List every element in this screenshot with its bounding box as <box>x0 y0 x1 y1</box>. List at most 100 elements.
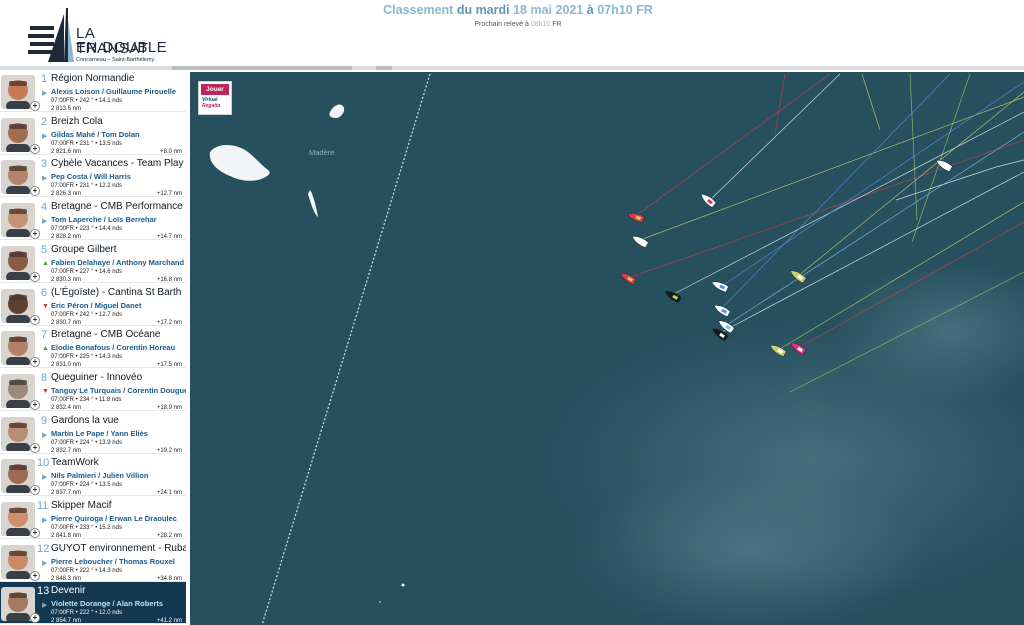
skipper-names: Gildas Mahé / Tom Dolan <box>51 130 140 139</box>
position-details: 07:00FR • 225 ° • 14.3 nds <box>51 354 122 360</box>
ranking-row[interactable]: +4 Bretagne - CMB Performance ▶ Tom Laperch… <box>0 198 186 240</box>
rank-number: 6 <box>41 287 48 299</box>
boat-name: Skipper Macif <box>51 500 112 511</box>
boat-name: Breizh Cola <box>51 116 103 127</box>
boat-name: GUYOT environnement - Ruban Rose <box>51 543 186 554</box>
expand-plus-icon[interactable]: + <box>30 357 40 367</box>
ranking-row[interactable]: +11 Skipper Macif ▶ Pierre Quiroga / Erwan … <box>0 497 186 539</box>
island-madeira <box>209 145 270 181</box>
expand-plus-icon[interactable]: + <box>30 315 40 325</box>
island-desertas <box>308 190 318 217</box>
boat-name: Cybèle Vacances - Team Play to B <box>51 158 186 169</box>
boat-track <box>627 139 1024 279</box>
skipper-names: Pep Costa / Will Harris <box>51 172 131 181</box>
skipper-names: Alexis Loison / Guillaume Pirouelle <box>51 87 177 96</box>
scroll-tab-right[interactable] <box>376 66 392 70</box>
distance-to-finish: 2 826.3 nm <box>51 191 82 197</box>
boat-marker-icon[interactable] <box>789 268 807 284</box>
boat-marker-icon[interactable] <box>630 233 649 248</box>
virtual-regatta-badge[interactable]: Jouer Virtual Regatta <box>198 81 232 115</box>
ranking-header: Classement du mardi 18 mai 2021 à 07h10 … <box>0 3 1024 28</box>
expand-plus-icon[interactable]: + <box>30 186 40 196</box>
distance-to-finish: 2 828.2 nm <box>51 234 82 240</box>
skipper-names: Eric Péron / Miguel Danet <box>51 301 142 310</box>
position-details: 07:00FR • 231 ° • 12.2 nds <box>51 183 122 189</box>
ranking-list[interactable]: +1 Région Normandie ▶ Alexis Loison / Guill… <box>0 70 186 625</box>
expand-plus-icon[interactable]: + <box>30 101 40 111</box>
ranking-row[interactable]: +7 Bretagne - CMB Océane ▲ Elodie Bonafous … <box>0 326 186 368</box>
skipper-names: Pierre Leboucher / Thomas Rouxel <box>51 557 175 566</box>
boat-track <box>709 73 841 201</box>
expand-plus-icon[interactable]: + <box>30 144 40 154</box>
race-map[interactable]: Madère Jouer Virtual Regatta <box>190 72 1024 625</box>
position-details: 07:00FR • 222 ° • 14.3 nds <box>51 568 122 574</box>
trend-arrow-icon: ▶ <box>42 474 48 481</box>
distance-to-finish: 2 837.7 nm <box>51 490 82 496</box>
island-selvagens <box>401 583 405 587</box>
trend-arrow-icon: ▶ <box>42 133 48 140</box>
rank-number: 12 <box>37 543 50 555</box>
expand-plus-icon[interactable]: + <box>30 229 40 239</box>
skipper-names: Nils Palmieri / Julien Villion <box>51 471 149 480</box>
gap-to-leader: +28.2 nm <box>156 533 182 539</box>
place-label-madeira: Madère <box>309 148 335 157</box>
distance-to-finish: 2 832.4 nm <box>51 405 82 411</box>
ranking-row[interactable]: +10 TeamWork ▶ Nils Palmieri / Julien Villi… <box>0 454 186 496</box>
trend-arrow-icon: ▼ <box>42 303 49 310</box>
expand-plus-icon[interactable]: + <box>30 272 40 282</box>
ranking-row[interactable]: +8 Queguiner - Innovéo ▼ Tanguy Le Turquais… <box>0 369 186 411</box>
boat-name: (L'Égoïste) - Cantina St Barth <box>51 287 182 298</box>
boat-track <box>909 73 918 221</box>
boat-track <box>774 73 786 135</box>
position-details: 07:00FR • 227 ° • 14.6 nds <box>51 269 122 275</box>
gap-to-leader: +16.8 nm <box>156 277 182 283</box>
route-line <box>261 73 431 625</box>
ranking-row[interactable]: +9 Gardons la vue ▶ Martin Le Pape / Yann E… <box>0 412 186 454</box>
position-details: 07:00FR • 234 ° • 11.8 nds <box>51 397 122 403</box>
vr-brand-line2: Regatta <box>202 103 221 109</box>
expand-plus-icon[interactable]: + <box>30 485 40 495</box>
boat-name: Devenir <box>51 585 86 596</box>
boat-marker-icon[interactable] <box>710 279 729 293</box>
rank-number: 1 <box>41 73 48 85</box>
expand-plus-icon[interactable]: + <box>30 400 40 410</box>
boat-name: TeamWork <box>51 457 99 468</box>
distance-to-finish: 2 831.0 nm <box>51 362 82 368</box>
expand-plus-icon[interactable]: + <box>30 571 40 581</box>
gap-to-leader: +14.7 nm <box>156 234 182 240</box>
boat-marker-icon[interactable] <box>712 302 731 317</box>
next-update-time: 08h10 <box>530 21 551 28</box>
scroll-tab-left[interactable] <box>172 66 352 70</box>
ranking-row[interactable]: +12GUYOT environnement - Ruban Rose▶Pier… <box>0 540 186 582</box>
rank-number: 2 <box>41 116 48 128</box>
ranking-title: Classement du mardi 18 mai 2021 à 07h10 … <box>12 3 1024 17</box>
boat-marker-icon[interactable] <box>618 270 637 285</box>
trend-arrow-icon: ▶ <box>42 90 48 97</box>
expand-plus-icon[interactable]: + <box>30 528 40 538</box>
ranking-row[interactable]: +13 Devenir ▶ Violette Dorange / Alan Rober… <box>0 582 186 624</box>
gap-to-leader: +18.9 nm <box>156 405 182 411</box>
boat-name: Région Normandie <box>51 73 135 84</box>
expand-plus-icon[interactable]: + <box>30 613 40 623</box>
ranking-row[interactable]: +6 (L'Égoïste) - Cantina St Barth ▼ Eric Pé… <box>0 284 186 326</box>
ranking-day: du mardi <box>456 3 510 17</box>
skipper-names: Fabien Delahaye / Anthony Marchand <box>51 258 185 267</box>
ranking-row[interactable]: +1 Région Normandie ▶ Alexis Loison / Guill… <box>0 70 186 112</box>
ranking-row[interactable]: +5 Groupe Gilbert ▲ Fabien Delahaye / Antho… <box>0 241 186 283</box>
play-button[interactable]: Jouer <box>201 84 229 95</box>
position-details: 07:00FR • 242 ° • 12.7 nds <box>51 312 122 318</box>
ranking-prefix: Classement <box>383 3 454 17</box>
distance-to-finish: 2 841.8 nm <box>51 533 82 539</box>
ranking-at: à <box>586 3 594 17</box>
gap-to-leader: +41.2 nm <box>156 618 182 624</box>
rank-number: 9 <box>41 415 48 427</box>
rank-number: 3 <box>41 158 48 170</box>
ranking-row[interactable]: +2 Breizh Cola ▶ Gildas Mahé / Tom Dolan 07:… <box>0 113 186 155</box>
gap-to-leader: +24.1 nm <box>156 490 182 496</box>
boat-track <box>633 73 831 218</box>
boat-marker-icon[interactable] <box>699 191 717 208</box>
expand-plus-icon[interactable]: + <box>30 443 40 453</box>
ranking-row[interactable]: +3Cybèle Vacances - Team Play to B▶Pep C… <box>0 155 186 197</box>
boat-marker-icon[interactable] <box>663 288 682 303</box>
boat-marker-icon[interactable] <box>626 211 645 223</box>
